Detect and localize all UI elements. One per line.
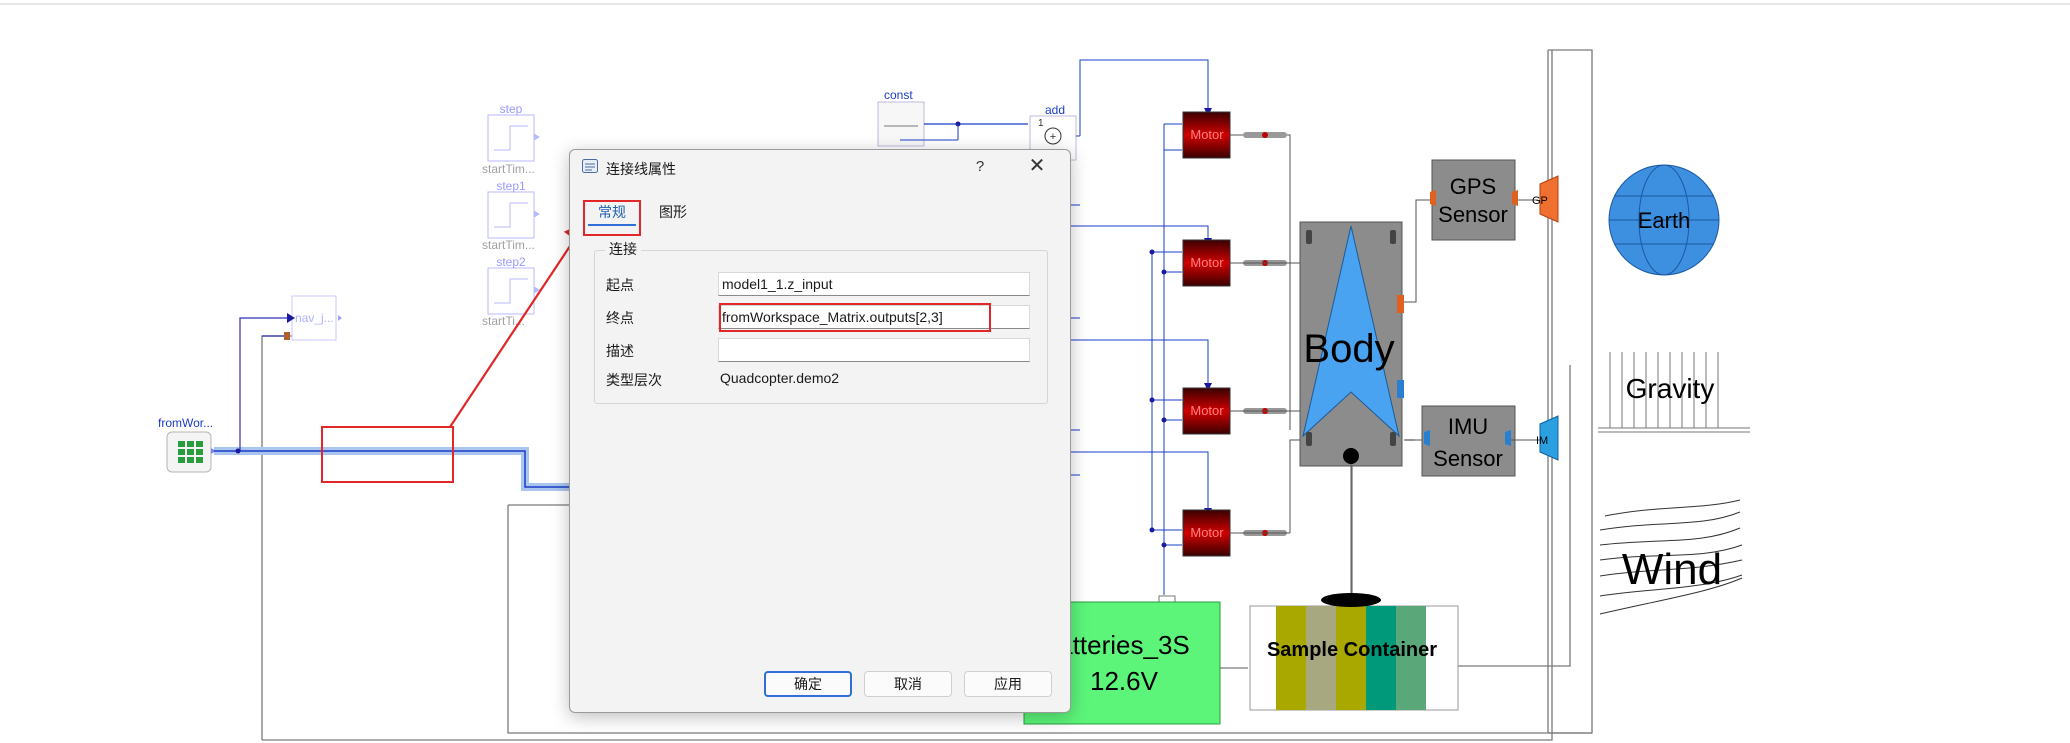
dialog-title: 连接线属性 bbox=[606, 161, 676, 177]
gps-line2: Sensor bbox=[1438, 202, 1508, 227]
end-field-highlight-box bbox=[719, 303, 991, 332]
step1-block[interactable] bbox=[487, 191, 540, 239]
step2-param: startTi... bbox=[482, 314, 525, 328]
apply-button[interactable]: 应用 bbox=[964, 671, 1052, 697]
battery-line1: atteries_3S bbox=[1058, 630, 1190, 660]
close-button[interactable]: ✕ bbox=[1022, 156, 1052, 178]
const-block[interactable] bbox=[877, 101, 1028, 147]
description-label: 描述 bbox=[606, 343, 634, 359]
gps-port-label: GP bbox=[1532, 195, 1548, 207]
dialog-titlebar[interactable]: 连接线属性 ? ✕ bbox=[570, 150, 1070, 184]
earth-label: Earth bbox=[1638, 208, 1691, 233]
motor-3-label: Motor bbox=[1190, 403, 1224, 418]
gps-line1: GPS bbox=[1450, 174, 1496, 199]
help-button[interactable]: ? bbox=[968, 156, 992, 178]
dialog-app-icon bbox=[582, 159, 598, 173]
sample-container-label: Sample Container bbox=[1267, 639, 1437, 661]
step2-label: step2 bbox=[496, 255, 526, 269]
add-port-label: 1 bbox=[1038, 118, 1044, 129]
step2-block[interactable] bbox=[487, 267, 540, 315]
battery-line2: 12.6V bbox=[1090, 666, 1159, 696]
body-label: Body bbox=[1303, 327, 1394, 371]
start-label: 起点 bbox=[606, 277, 634, 293]
from-workspace-block[interactable] bbox=[166, 431, 216, 473]
tab-highlight-box bbox=[583, 200, 641, 236]
start-field[interactable]: model1_1.z_input bbox=[718, 272, 1030, 296]
cancel-button[interactable]: 取消 bbox=[864, 671, 952, 697]
add-label: add bbox=[1045, 103, 1065, 117]
imu-line2: Sensor bbox=[1433, 446, 1503, 471]
connection-group-title: 连接 bbox=[605, 239, 641, 259]
motor-2-label: Motor bbox=[1190, 255, 1224, 270]
const-label: const bbox=[884, 88, 913, 102]
wind-label: Wind bbox=[1622, 545, 1722, 594]
nav-label: nav_j... bbox=[295, 311, 334, 325]
selected-connection[interactable] bbox=[214, 390, 575, 491]
imu-port-label: IM bbox=[1536, 435, 1548, 447]
ok-button[interactable]: 确定 bbox=[764, 671, 852, 697]
step-block[interactable] bbox=[487, 114, 540, 162]
motor-4-label: Motor bbox=[1190, 525, 1224, 540]
end-label: 终点 bbox=[606, 310, 634, 326]
step-label: step bbox=[500, 102, 523, 116]
motor-1-label: Motor bbox=[1190, 127, 1224, 142]
description-field[interactable] bbox=[718, 338, 1030, 362]
type-level-label: 类型层次 bbox=[606, 372, 662, 388]
step1-label: step1 bbox=[496, 179, 526, 193]
from-workspace-label: fromWor... bbox=[158, 416, 213, 430]
imu-line1: IMU bbox=[1448, 414, 1488, 439]
step-param: startTim... bbox=[482, 162, 535, 176]
tab-graphics[interactable]: 图形 bbox=[659, 202, 687, 222]
gravity-label: Gravity bbox=[1626, 373, 1715, 404]
type-level-value: Quadcopter.demo2 bbox=[720, 370, 840, 386]
add-symbol: + bbox=[1050, 131, 1056, 143]
step1-param: startTim... bbox=[482, 238, 535, 252]
connection-properties-dialog: 连接线属性 ? ✕ 常规 图形 连接 起点 model1_1.z_input 终… bbox=[569, 149, 1071, 713]
